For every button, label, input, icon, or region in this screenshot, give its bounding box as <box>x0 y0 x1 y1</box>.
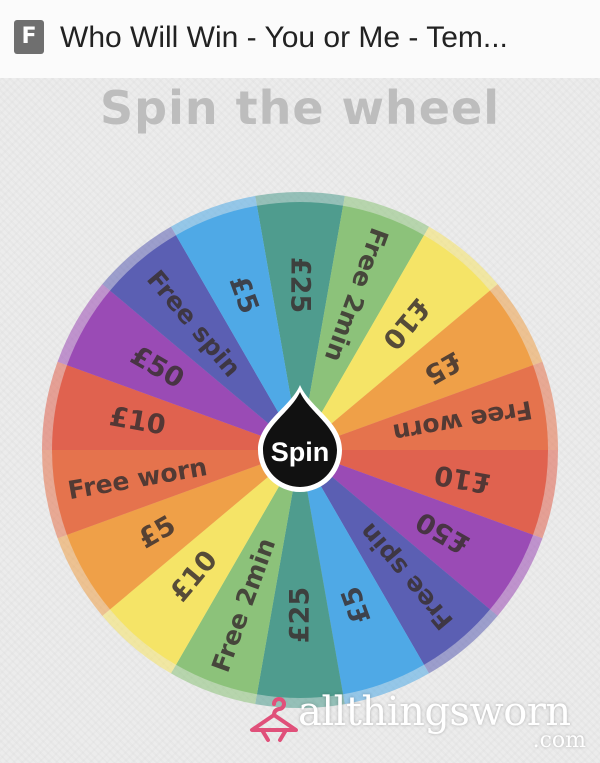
browser-tab-bar: F Who Will Win - You or Me - Tem... <box>0 0 600 78</box>
watermark-brand: allthingsworn <box>298 689 571 735</box>
bookmark-icon: F <box>14 20 44 54</box>
tab-title[interactable]: Who Will Win - You or Me - Tem... <box>60 18 508 58</box>
spin-label[interactable]: Spin <box>271 437 330 467</box>
watermark: allthingsworn .com <box>248 688 600 763</box>
prize-wheel[interactable]: £25 Free 2min£10£5Free worn£10£50Free spi… <box>0 160 600 760</box>
page-title: Spin the wheel <box>100 81 500 135</box>
watermark-domain: .com <box>532 728 586 753</box>
wheel-segment-label: £25 <box>285 257 316 313</box>
hanger-icon <box>250 697 298 742</box>
wheel-segment-label: £25 <box>285 587 316 643</box>
